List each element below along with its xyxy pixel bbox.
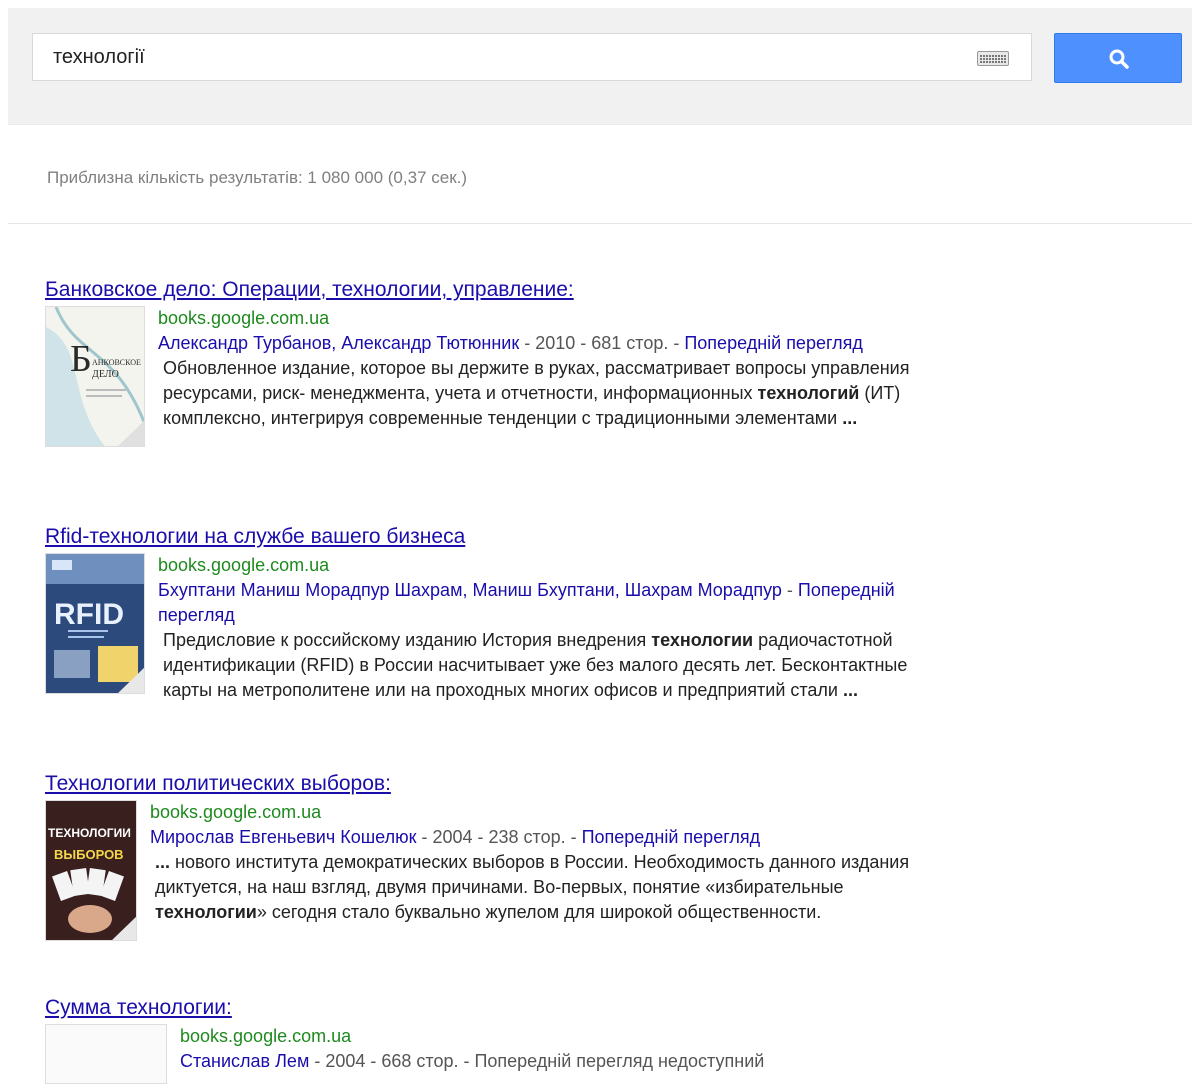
svg-text:Б: Б	[70, 338, 92, 380]
keyboard-icon[interactable]	[977, 51, 1009, 66]
result-stats: Приблизна кількість результатів: 1 080 0…	[47, 168, 468, 187]
result-url: books.google.com.ua	[150, 802, 322, 822]
svg-text:АНКОВСКОЕ: АНКОВСКОЕ	[92, 358, 141, 367]
preview-link[interactable]: Попередній перегляд	[582, 827, 761, 847]
result-details: - 2010 - 681 стор. -	[519, 333, 685, 353]
result-url: books.google.com.ua	[158, 555, 330, 575]
result-details: - 2004 - 238 стор. -	[416, 827, 582, 847]
search-result: Сумма технологии: books.google.com.ua Ст…	[45, 994, 925, 1084]
svg-text:ТЕХНОЛОГИИ: ТЕХНОЛОГИИ	[48, 826, 131, 840]
result-url: books.google.com.ua	[180, 1026, 352, 1046]
search-input[interactable]	[33, 34, 963, 80]
result-snippet: Предисловие к российскому изданию Истори…	[163, 630, 908, 700]
svg-text:ДЕЛО: ДЕЛО	[92, 369, 119, 380]
svg-text:RFID: RFID	[54, 598, 124, 631]
result-title-link[interactable]: Технологии политических выборов:	[45, 770, 391, 798]
result-snippet: ... нового института демократических выб…	[155, 852, 910, 922]
result-details: - 2004 - 668 стор. - Попередній перегляд…	[309, 1051, 765, 1071]
search-result: Rfid-технологии на службе вашего бизнеса…	[45, 523, 925, 703]
search-header	[8, 8, 1192, 125]
result-details: -	[781, 580, 798, 600]
result-snippet: Обновленное издание, которое вы держите …	[163, 358, 910, 428]
book-cover-thumbnail[interactable]	[45, 1024, 167, 1084]
search-icon	[1109, 49, 1129, 69]
book-cover-thumbnail[interactable]: ТЕХНОЛОГИИ ВЫБОРОВ	[45, 800, 137, 941]
book-cover-thumbnail[interactable]: RFID	[45, 553, 145, 694]
author-link[interactable]: Мирослав Евгеньевич Кошелюк	[150, 827, 416, 847]
preview-link[interactable]: Попередній перегляд	[684, 333, 863, 353]
search-box[interactable]	[32, 33, 1032, 81]
result-meta: Мирослав Евгеньевич Кошелюк - 2004 - 238…	[150, 825, 925, 850]
result-meta: Александр Турбанов, Александр Тютюнник -…	[158, 331, 925, 356]
divider	[8, 223, 1192, 224]
search-result: Технологии политических выборов: ТЕХНОЛО…	[45, 770, 925, 941]
search-button[interactable]	[1054, 33, 1182, 83]
result-meta: Станислав Лем - 2004 - 668 стор. - Попер…	[180, 1049, 925, 1074]
author-link[interactable]: Бхуптани Маниш Морадпур Шахрам, Маниш Бх…	[158, 580, 782, 600]
search-result: Банковское дело: Операции, технологии, у…	[45, 276, 925, 447]
svg-text:ВЫБОРОВ: ВЫБОРОВ	[54, 847, 124, 862]
result-title-link[interactable]: Сумма технологии:	[45, 994, 232, 1022]
result-title-link[interactable]: Банковское дело: Операции, технологии, у…	[45, 276, 574, 304]
author-link[interactable]: Станислав Лем	[180, 1051, 309, 1071]
result-url: books.google.com.ua	[158, 308, 330, 328]
result-meta: Бхуптани Маниш Морадпур Шахрам, Маниш Бх…	[158, 578, 925, 628]
result-title-link[interactable]: Rfid-технологии на службе вашего бизнеса	[45, 523, 465, 551]
book-cover-thumbnail[interactable]: Б АНКОВСКОЕ ДЕЛО	[45, 306, 145, 447]
author-link[interactable]: Александр Турбанов, Александр Тютюнник	[158, 333, 519, 353]
